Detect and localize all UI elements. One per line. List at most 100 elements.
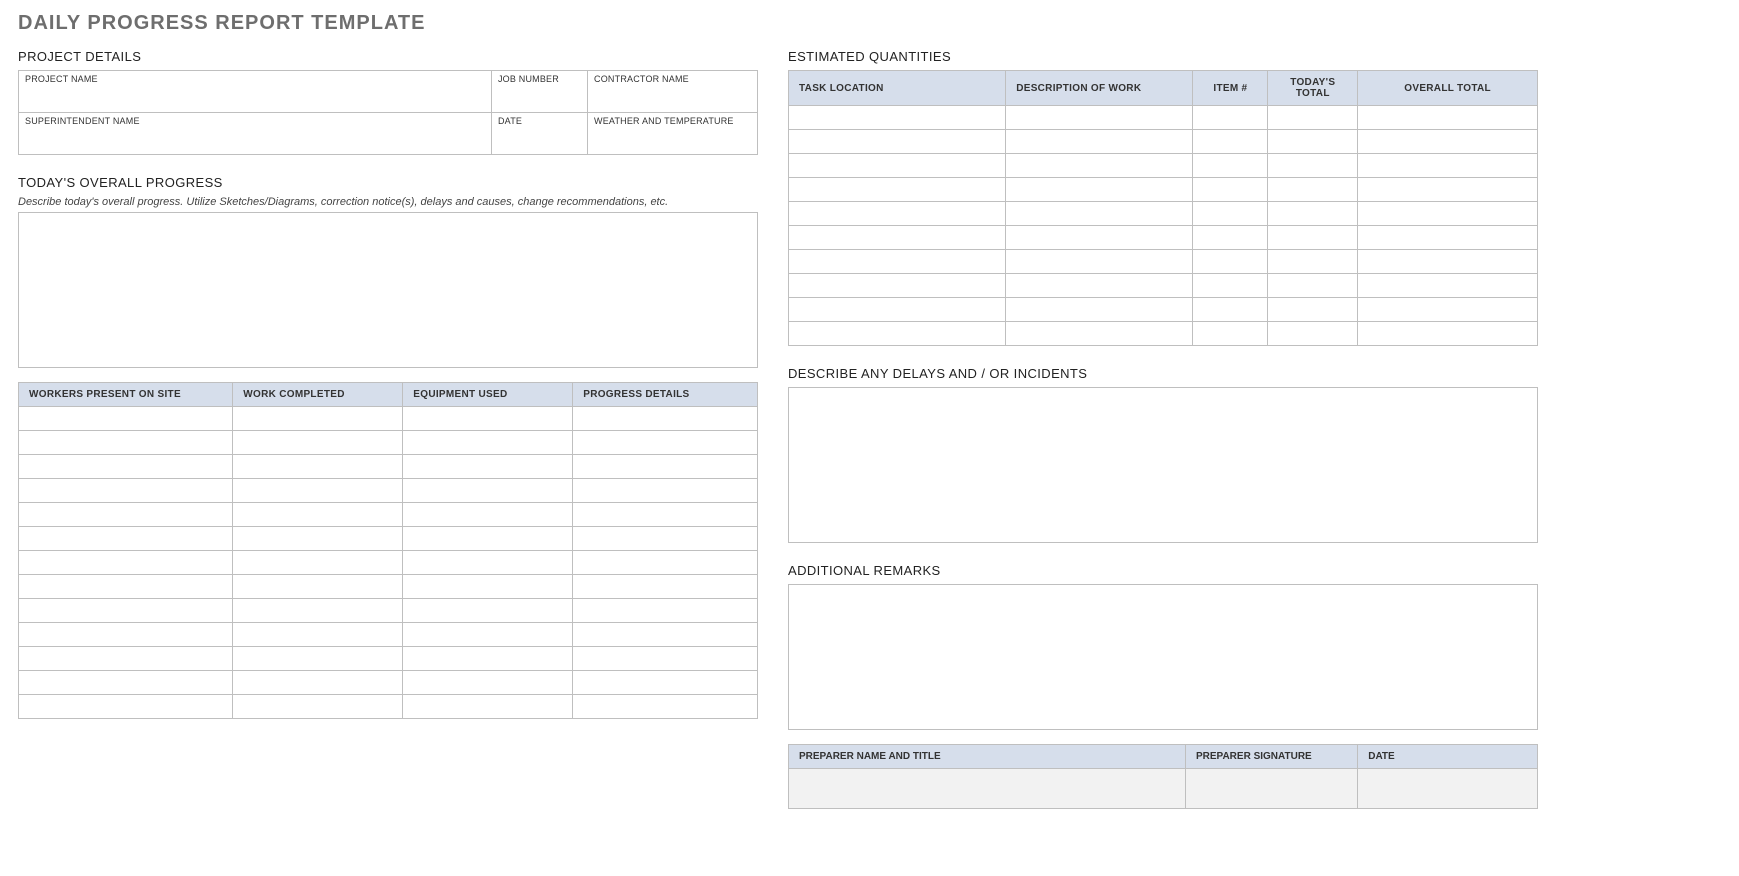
table-cell[interactable] xyxy=(19,671,233,695)
table-cell[interactable] xyxy=(233,599,403,623)
table-cell[interactable] xyxy=(573,503,758,527)
table-cell[interactable] xyxy=(1193,298,1268,322)
table-cell[interactable] xyxy=(789,154,1006,178)
table-cell[interactable] xyxy=(233,455,403,479)
table-cell[interactable] xyxy=(1268,298,1358,322)
field-superintendent-name[interactable]: SUPERINTENDENT NAME xyxy=(19,113,492,155)
table-cell[interactable] xyxy=(1006,298,1193,322)
table-cell[interactable] xyxy=(233,527,403,551)
preparer-name-cell[interactable] xyxy=(789,769,1186,809)
table-cell[interactable] xyxy=(1193,106,1268,130)
table-cell[interactable] xyxy=(789,274,1006,298)
table-cell[interactable] xyxy=(789,202,1006,226)
table-cell[interactable] xyxy=(1006,178,1193,202)
table-cell[interactable] xyxy=(403,431,573,455)
table-cell[interactable] xyxy=(573,671,758,695)
table-cell[interactable] xyxy=(573,551,758,575)
table-cell[interactable] xyxy=(1358,250,1538,274)
table-cell[interactable] xyxy=(1358,274,1538,298)
table-cell[interactable] xyxy=(573,647,758,671)
table-cell[interactable] xyxy=(1358,202,1538,226)
table-cell[interactable] xyxy=(233,623,403,647)
table-cell[interactable] xyxy=(1268,250,1358,274)
table-cell[interactable] xyxy=(1268,274,1358,298)
table-cell[interactable] xyxy=(1006,202,1193,226)
table-cell[interactable] xyxy=(1358,154,1538,178)
table-cell[interactable] xyxy=(19,647,233,671)
table-cell[interactable] xyxy=(1358,130,1538,154)
table-cell[interactable] xyxy=(1268,178,1358,202)
table-cell[interactable] xyxy=(403,527,573,551)
table-cell[interactable] xyxy=(233,575,403,599)
table-cell[interactable] xyxy=(1193,322,1268,346)
table-cell[interactable] xyxy=(19,623,233,647)
table-cell[interactable] xyxy=(19,527,233,551)
table-cell[interactable] xyxy=(233,647,403,671)
remarks-textarea[interactable] xyxy=(788,584,1538,730)
table-cell[interactable] xyxy=(233,407,403,431)
table-cell[interactable] xyxy=(573,575,758,599)
table-cell[interactable] xyxy=(19,551,233,575)
table-cell[interactable] xyxy=(1358,106,1538,130)
table-cell[interactable] xyxy=(233,431,403,455)
table-cell[interactable] xyxy=(1268,226,1358,250)
table-cell[interactable] xyxy=(403,407,573,431)
table-cell[interactable] xyxy=(1268,202,1358,226)
table-cell[interactable] xyxy=(789,106,1006,130)
table-cell[interactable] xyxy=(403,455,573,479)
table-cell[interactable] xyxy=(19,455,233,479)
table-cell[interactable] xyxy=(573,455,758,479)
table-cell[interactable] xyxy=(403,479,573,503)
table-cell[interactable] xyxy=(1268,154,1358,178)
preparer-signature-cell[interactable] xyxy=(1185,769,1357,809)
table-cell[interactable] xyxy=(1358,226,1538,250)
table-cell[interactable] xyxy=(1006,274,1193,298)
table-cell[interactable] xyxy=(233,503,403,527)
table-cell[interactable] xyxy=(1193,154,1268,178)
table-cell[interactable] xyxy=(1268,322,1358,346)
table-cell[interactable] xyxy=(403,623,573,647)
table-cell[interactable] xyxy=(573,623,758,647)
table-cell[interactable] xyxy=(233,551,403,575)
signature-date-cell[interactable] xyxy=(1358,769,1538,809)
table-cell[interactable] xyxy=(19,575,233,599)
table-cell[interactable] xyxy=(403,503,573,527)
field-contractor-name[interactable]: CONTRACTOR NAME xyxy=(588,71,758,113)
table-cell[interactable] xyxy=(1006,130,1193,154)
table-cell[interactable] xyxy=(403,647,573,671)
table-cell[interactable] xyxy=(233,479,403,503)
table-cell[interactable] xyxy=(403,671,573,695)
table-cell[interactable] xyxy=(1193,130,1268,154)
field-date[interactable]: DATE xyxy=(491,113,587,155)
table-cell[interactable] xyxy=(1358,298,1538,322)
table-cell[interactable] xyxy=(19,431,233,455)
table-cell[interactable] xyxy=(1268,106,1358,130)
table-cell[interactable] xyxy=(403,695,573,719)
table-cell[interactable] xyxy=(573,695,758,719)
table-cell[interactable] xyxy=(19,503,233,527)
table-cell[interactable] xyxy=(19,407,233,431)
table-cell[interactable] xyxy=(1006,322,1193,346)
table-cell[interactable] xyxy=(573,479,758,503)
table-cell[interactable] xyxy=(19,479,233,503)
table-cell[interactable] xyxy=(19,695,233,719)
table-cell[interactable] xyxy=(1006,250,1193,274)
table-cell[interactable] xyxy=(19,599,233,623)
table-cell[interactable] xyxy=(789,322,1006,346)
table-cell[interactable] xyxy=(1193,226,1268,250)
table-cell[interactable] xyxy=(1006,226,1193,250)
field-project-name[interactable]: PROJECT NAME xyxy=(19,71,492,113)
table-cell[interactable] xyxy=(789,250,1006,274)
table-cell[interactable] xyxy=(1006,106,1193,130)
table-cell[interactable] xyxy=(403,575,573,599)
table-cell[interactable] xyxy=(1193,274,1268,298)
table-cell[interactable] xyxy=(1193,202,1268,226)
table-cell[interactable] xyxy=(1268,130,1358,154)
overall-progress-textarea[interactable] xyxy=(18,212,758,368)
table-cell[interactable] xyxy=(573,431,758,455)
table-cell[interactable] xyxy=(573,407,758,431)
table-cell[interactable] xyxy=(403,551,573,575)
table-cell[interactable] xyxy=(233,671,403,695)
field-weather[interactable]: WEATHER AND TEMPERATURE xyxy=(588,113,758,155)
table-cell[interactable] xyxy=(1193,178,1268,202)
